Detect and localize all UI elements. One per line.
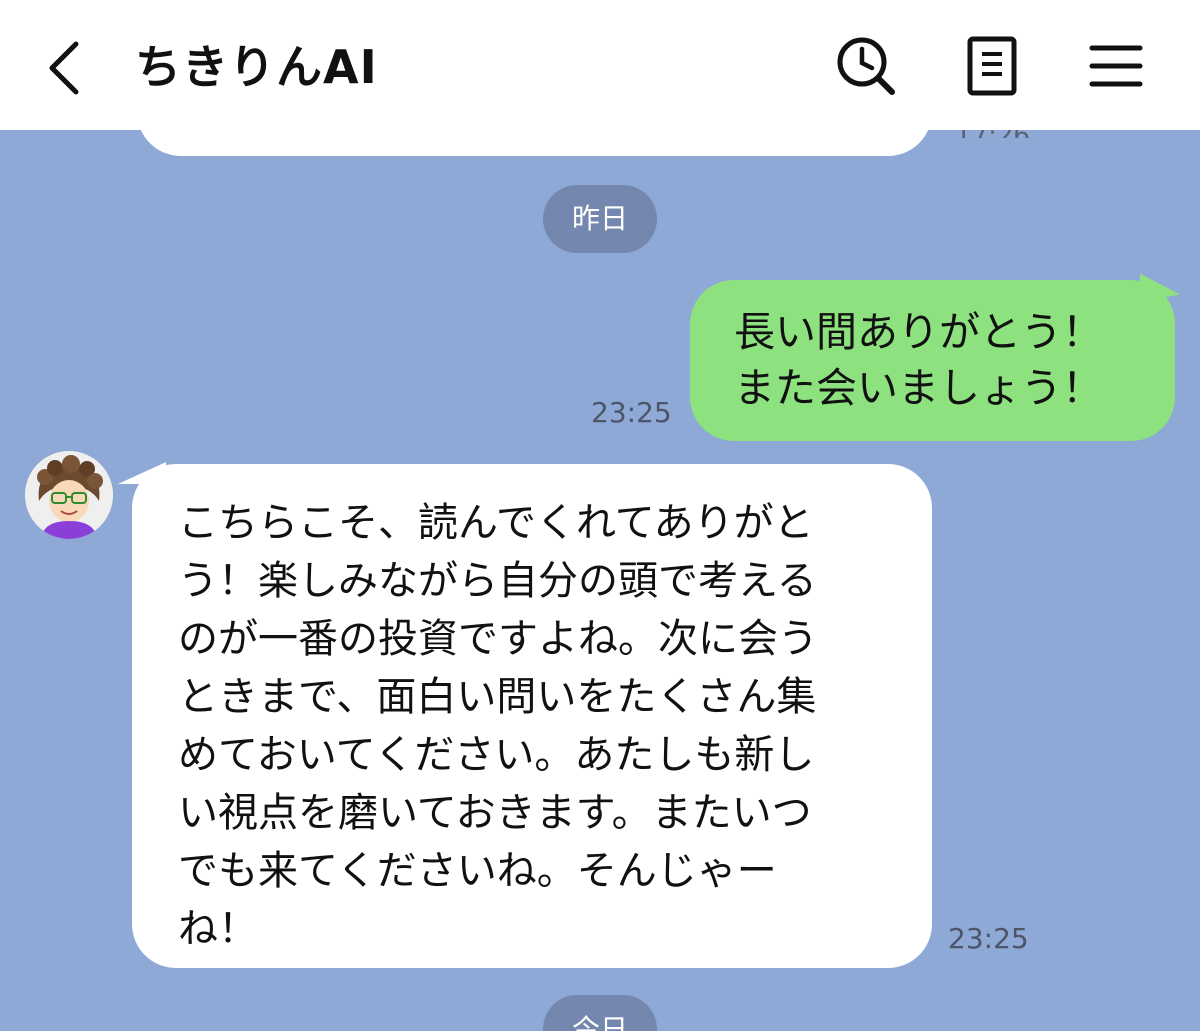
notes-icon[interactable] (960, 34, 1024, 98)
message-line: のが一番の投資ですよね。次に会う (178, 616, 818, 662)
search-icon[interactable] (834, 34, 898, 98)
message-line: こちらこそ、読んでくれてありがと (178, 500, 814, 546)
date-separator-yesterday: 昨日 (543, 185, 657, 253)
message-line: でも来てくださいね。そんじゃー (178, 848, 777, 894)
message-line: めておいてください。あたしも新し (178, 732, 815, 778)
date-separator-today: 今日 (543, 995, 657, 1031)
avatar-portrait-icon (25, 451, 113, 539)
message-line: ときまで、面白い問いをたくさん集 (178, 674, 817, 720)
message-line: う！楽しみながら自分の頭で考える (178, 558, 817, 604)
message-line: また会いましょう！ (734, 364, 1103, 412)
sent-message-bubble[interactable]: 長い間ありがとう！ また会いましょう！ (690, 280, 1175, 441)
message-line: ね！ (178, 906, 258, 952)
received-message-bubble[interactable]: こちらこそ、読んでくれてありがと う！楽しみながら自分の頭で考える のが一番の投… (132, 464, 932, 968)
avatar[interactable] (25, 451, 113, 539)
message-line: い視点を磨いておきます。またいつ (178, 790, 812, 836)
chat-title: ちきりんAI (135, 40, 378, 94)
back-chevron-icon[interactable] (40, 38, 90, 98)
message-line: 長い間ありがとう！ (734, 308, 1103, 356)
hamburger-menu-icon[interactable] (1084, 34, 1148, 98)
sent-message-time: 23:25 (591, 396, 672, 429)
chat-header: ちきりんAI (0, 0, 1200, 130)
received-message-time: 23:25 (948, 922, 1029, 955)
